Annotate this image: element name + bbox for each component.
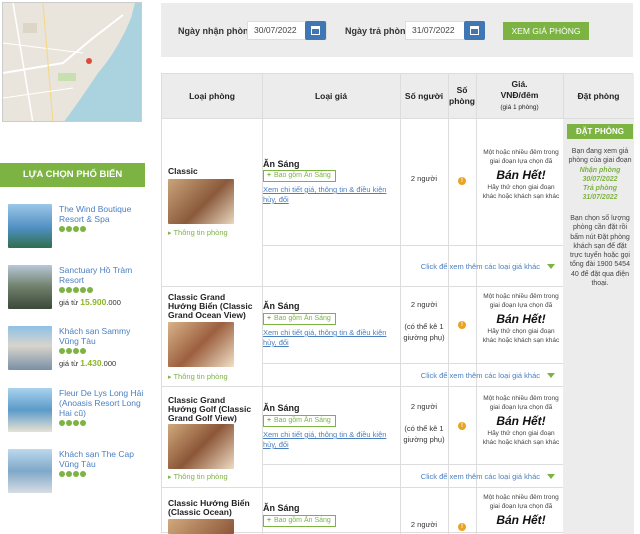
header-book: Đặt phòng <box>577 91 620 101</box>
checkin-calendar-icon[interactable] <box>305 21 326 40</box>
rate-details-link[interactable]: Xem chi tiết giá, thông tin & điều kiện … <box>263 328 401 348</box>
booking-column: ĐẶT PHÒNG Bạn đang xem giá phòng của gia… <box>563 119 634 534</box>
rate-name: Ăn Sáng <box>263 301 300 311</box>
header-rooms: Số phòng <box>449 85 475 106</box>
persons-count: 2 người (có thể kê 1 giường phụ) <box>403 300 445 342</box>
header-room-type: Loại phòng <box>189 91 235 101</box>
header-persons: Số người <box>404 91 444 101</box>
hotel-name[interactable]: Sanctuary Hồ Tràm Resort <box>59 265 144 285</box>
breakfast-included-badge: Bao gồm Ăn Sáng <box>263 313 336 325</box>
hotel-thumbnail[interactable] <box>8 388 52 432</box>
room-info-link[interactable]: Thông tin phòng <box>168 372 227 381</box>
rate-details-link[interactable]: Xem chi tiết giá, thông tin & điều kiện … <box>263 430 401 450</box>
room-info-link[interactable]: Thông tin phòng <box>168 228 227 237</box>
breakfast-included-badge: Bao gồm Ăn Sáng <box>263 515 336 527</box>
location-map[interactable] <box>2 2 142 122</box>
booking-instructions: Bạn chọn số lượng phòng cần đặt rồi bấm … <box>570 215 630 288</box>
room-name[interactable]: Classic <box>168 167 254 176</box>
map-graphic <box>3 3 141 121</box>
sold-out-message: Một hoặc nhiều đêm trong giai đoạn lựa c… <box>482 293 560 344</box>
persons-count: 2 người <box>410 520 438 529</box>
breakfast-included-badge: Bao gồm Ăn Sáng <box>263 170 336 182</box>
room-image[interactable] <box>168 519 234 534</box>
room-image[interactable] <box>168 179 234 224</box>
rating-dots <box>59 420 86 426</box>
hotel-price: giá từ 15.900.000 <box>59 297 121 307</box>
room-image[interactable] <box>168 322 234 367</box>
book-room-button[interactable]: ĐẶT PHÒNG <box>567 124 633 139</box>
more-rates-link[interactable]: Click để xem thêm các loại giá khác <box>262 366 563 386</box>
view-price-button[interactable]: XEM GIÁ PHÒNG <box>503 22 589 40</box>
info-icon[interactable]: ! <box>458 523 466 531</box>
room-name[interactable]: Classic Grand Hướng Biển (Classic Grand … <box>168 293 254 320</box>
hotel-thumbnail[interactable] <box>8 449 52 493</box>
date-search-bar: Ngày nhận phòng 30/07/2022 Ngày trả phòn… <box>161 3 633 57</box>
room-name[interactable]: Classic Grand Hướng Golf (Classic Grand … <box>168 396 254 423</box>
rate-details-link[interactable]: Xem chi tiết giá, thông tin & điều kiện … <box>263 185 401 205</box>
info-icon[interactable]: ! <box>458 422 466 430</box>
hotel-name[interactable]: Khách sạn The Cap Vũng Tàu <box>59 449 144 469</box>
persons-count: 2 người <box>410 174 438 183</box>
rating-dots <box>59 471 86 477</box>
room-name[interactable]: Classic Hướng Biển (Classic Ocean) <box>168 499 254 517</box>
popular-title: LỰA CHỌN PHỔ BIẾN <box>0 163 145 187</box>
more-rates-link[interactable]: Click để xem thêm các loại giá khác <box>262 467 563 487</box>
info-icon[interactable]: ! <box>458 321 466 329</box>
hotel-thumbnail[interactable] <box>8 265 52 309</box>
room-info-link[interactable]: Thông tin phòng <box>168 472 227 481</box>
more-rates-link[interactable]: Click để xem thêm các loại giá khác <box>262 257 563 277</box>
sold-out-message: Một hoặc nhiều đêm trong giai đoạn lựa c… <box>482 395 560 446</box>
hotel-thumbnail[interactable] <box>8 204 52 248</box>
hotel-thumbnail[interactable] <box>8 326 52 370</box>
breakfast-included-badge: Bao gồm Ăn Sáng <box>263 415 336 427</box>
rate-name: Ăn Sáng <box>263 159 300 169</box>
rate-name: Ăn Sáng <box>263 403 300 413</box>
hotel-name[interactable]: The Wind Boutique Resort & Spa <box>59 204 144 224</box>
hotel-name[interactable]: Fleur De Lys Long Hải (Anoasis Resort Lo… <box>59 388 144 418</box>
checkout-label: Ngày trả phòng <box>345 26 412 36</box>
persons-count: 2 người (có thể kê 1 giường phụ) <box>403 402 445 444</box>
rating-dots <box>59 348 86 354</box>
header-rate-type: Loại giá <box>314 91 348 101</box>
info-icon[interactable]: ! <box>458 177 466 185</box>
room-rates-table: Loại phòng Loại giá Số người Số phòng Giá… <box>161 73 634 534</box>
rate-name: Ăn Sáng <box>263 503 300 513</box>
sold-out-message: Một hoặc nhiều đêm trong giai đoạn lựa c… <box>482 149 560 200</box>
booking-period-info: Bạn đang xem giá phòng của giai đoạn Nhậ… <box>568 148 632 202</box>
header-price: Giá. VNĐ/đêm (giá 1 phòng) <box>500 79 539 111</box>
checkout-calendar-icon[interactable] <box>464 21 485 40</box>
hotel-price: giá từ 1.430.000 <box>59 358 117 368</box>
checkin-label: Ngày nhận phòng <box>178 26 254 36</box>
room-image[interactable] <box>168 424 234 469</box>
rating-dots <box>59 287 93 293</box>
sold-out-message: Một hoặc nhiều đêm trong giai đoạn lựa c… <box>483 494 559 527</box>
rating-dots <box>59 226 86 232</box>
hotel-name[interactable]: Khách sạn Sammy Vũng Tàu <box>59 326 144 346</box>
